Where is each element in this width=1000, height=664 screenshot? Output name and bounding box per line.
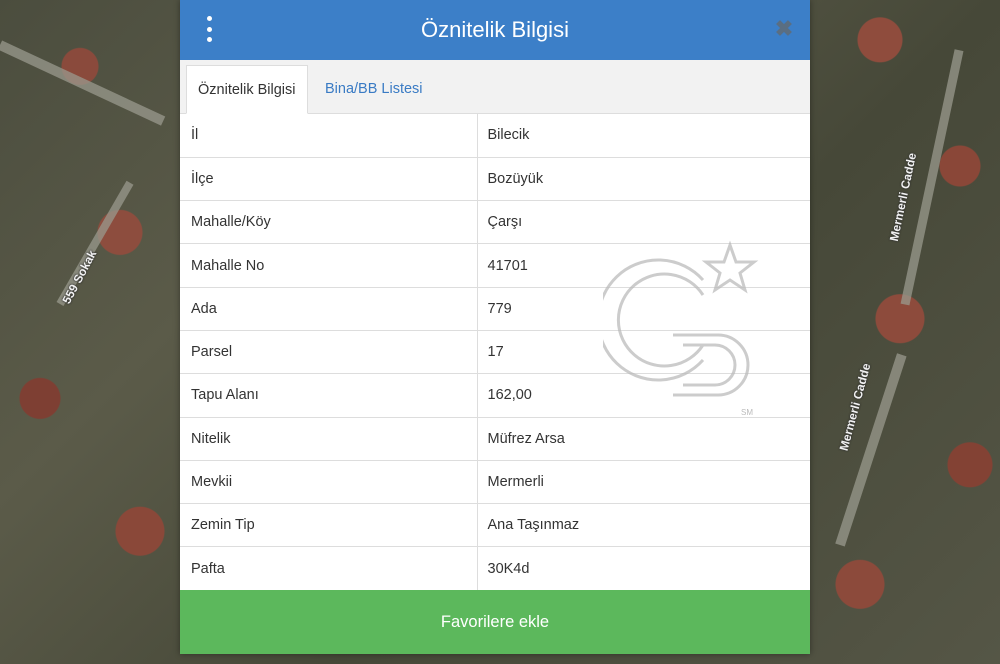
table-row: İl Bilecik [180,114,810,158]
table-row: Tapu Alanı 162,00 [180,373,810,418]
dialog-header: Öznitelik Bilgisi ✖ [180,0,810,60]
attribute-value: Bilecik [477,114,810,158]
table-row: Mahalle No 41701 [180,243,810,288]
attribute-info-dialog: Öznitelik Bilgisi ✖ Öznitelik Bilgisi Bi… [180,0,810,654]
attribute-value: 162,00 [477,373,810,418]
table-row: Parsel 17 [180,330,810,375]
table-row: Zemin Tip Ana Taşınmaz [180,503,810,548]
attribute-key: İl [180,114,478,158]
dialog-title: Öznitelik Bilgisi [421,17,569,42]
table-row: Mahalle/Köy Çarşı [180,200,810,245]
attribute-value: 17 [477,330,810,375]
attribute-key: İlçe [180,157,478,202]
attribute-value: 30K4d [477,546,810,591]
attribute-key: Pafta [180,546,478,591]
table-row: Mevkii Mermerli [180,460,810,505]
attribute-value: Mermerli [477,460,810,505]
attribute-key: Mevkii [180,460,478,505]
attribute-key: Zemin Tip [180,503,478,548]
attribute-table: İl Bilecik İlçe Bozüyük Mahalle/Köy Çarşı Maha… [180,114,810,591]
table-row: Pafta 30K4d [180,546,810,591]
add-to-favorites-button[interactable]: Favorilere ekle [180,590,810,654]
attribute-key: Mahalle No [180,243,478,288]
table-row: İlçe Bozüyük [180,157,810,202]
attribute-value: 779 [477,287,810,331]
table-row: Nitelik Müfrez Arsa [180,417,810,461]
attribute-value: Çarşı [477,200,810,245]
attribute-value: Bozüyük [477,157,810,202]
attribute-key: Mahalle/Köy [180,200,478,245]
attribute-key: Nitelik [180,417,478,461]
attribute-value: Müfrez Arsa [477,417,810,461]
more-menu-icon[interactable] [202,16,216,42]
tab-attribute-info[interactable]: Öznitelik Bilgisi [186,65,308,114]
attribute-key: Tapu Alanı [180,373,478,418]
attribute-value: Ana Taşınmaz [477,503,810,548]
attribute-key: Ada [180,287,478,331]
tab-building-list[interactable]: Bina/BB Listesi [314,65,434,114]
attribute-key: Parsel [180,330,478,375]
tab-bar: Öznitelik Bilgisi Bina/BB Listesi [180,60,810,114]
attribute-value: 41701 [477,243,810,288]
table-row: Ada 779 [180,287,810,331]
close-icon[interactable]: ✖ [774,17,794,41]
